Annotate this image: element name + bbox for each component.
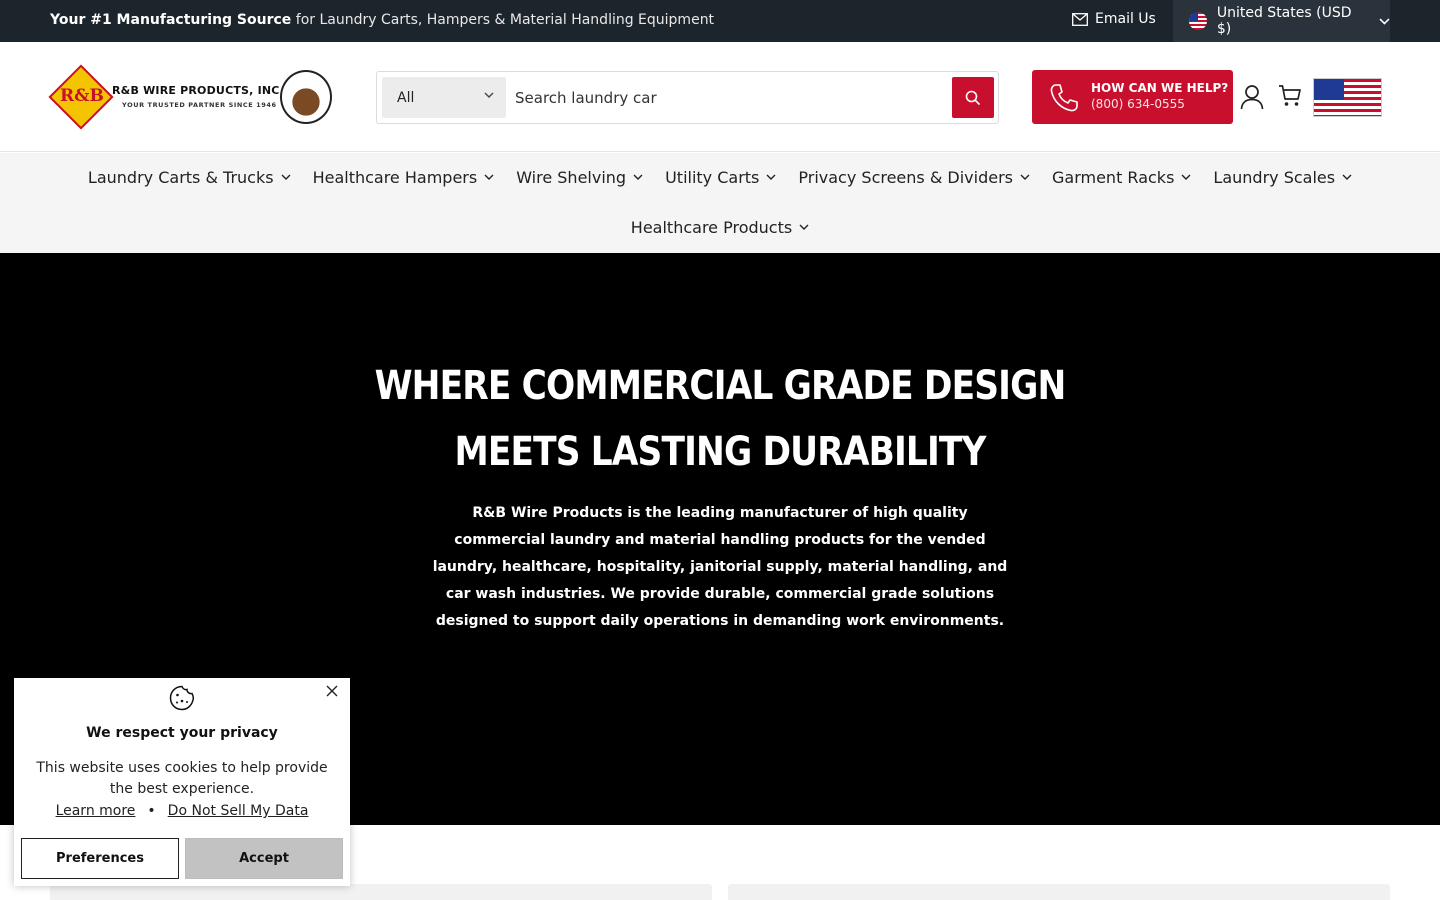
- hero-heading-line2: MEETS LASTING DURABILITY: [454, 429, 986, 475]
- logo-mark: R&B: [60, 86, 104, 106]
- account-icon[interactable]: [1240, 84, 1264, 110]
- country-label: United States (USD $): [1216, 5, 1352, 37]
- nav-item-utility-carts[interactable]: Utility Carts: [654, 165, 787, 189]
- promo-rest: for Laundry Carts, Hampers & Material Ha…: [295, 12, 715, 28]
- nav-item-garment-racks[interactable]: Garment Racks: [1041, 165, 1202, 189]
- nav-item-label: Utility Carts: [665, 167, 760, 187]
- category-card[interactable]: [728, 884, 1390, 900]
- nav-item-healthcare-hampers[interactable]: Healthcare Hampers: [302, 165, 506, 189]
- promo-bold: Your #1 Manufacturing Source: [50, 12, 292, 28]
- link-separator: •: [147, 803, 156, 819]
- chevron-down-icon: [766, 174, 776, 180]
- do-not-sell-link[interactable]: Do Not Sell My Data: [168, 803, 309, 819]
- hero-heading-line1: WHERE COMMERCIAL GRADE DESIGN: [374, 363, 1067, 409]
- cookie-consent-banner: We respect your privacy This website use…: [14, 678, 350, 886]
- nav-item-laundry-scales[interactable]: Laundry Scales: [1202, 165, 1363, 189]
- chevron-down-icon: [1181, 174, 1191, 180]
- hero-heading: WHERE COMMERCIAL GRADE DESIGN MEETS LAST…: [101, 353, 1339, 485]
- help-phone-number: (800) 634-0555: [1091, 97, 1185, 111]
- search-button[interactable]: [952, 77, 994, 118]
- cookie-icon: [169, 685, 195, 711]
- nav-item-healthcare-products[interactable]: Healthcare Products: [620, 215, 820, 239]
- nav-item-label: Garment Racks: [1052, 167, 1175, 187]
- email-us-label: Email Us: [1095, 11, 1156, 27]
- nav-item-label: Wire Shelving: [516, 167, 627, 187]
- country-selector[interactable]: United States (USD $): [1173, 0, 1390, 42]
- announcement-bar: Your #1 Manufacturing Source for Laundry…: [0, 0, 1440, 42]
- chevron-down-icon: [484, 92, 494, 98]
- cart-icon[interactable]: [1278, 84, 1302, 108]
- site-logo[interactable]: R&B R&B WIRE PRODUCTS, INC. YOUR TRUSTED…: [48, 64, 332, 130]
- main-navigation: Laundry Carts & Trucks Healthcare Hamper…: [0, 153, 1440, 253]
- chevron-down-icon: [633, 174, 643, 180]
- logo-name: R&B WIRE PRODUCTS, INC.: [112, 84, 284, 97]
- chevron-down-icon: [1379, 17, 1390, 25]
- nav-item-label: Healthcare Hampers: [312, 167, 478, 187]
- category-card[interactable]: [50, 884, 712, 900]
- chevron-down-icon: [484, 174, 494, 180]
- accept-button[interactable]: Accept: [185, 838, 343, 879]
- nav-row: Healthcare Products: [0, 215, 1440, 239]
- logo-tagline: YOUR TRUSTED PARTNER SINCE 1946: [122, 101, 277, 109]
- nav-item-label: Laundry Scales: [1213, 167, 1336, 187]
- hero-description: R&B Wire Products is the leading manufac…: [432, 505, 1008, 629]
- us-flag-icon: [1313, 78, 1382, 117]
- phone-icon: [1050, 84, 1078, 112]
- nav-item-privacy-screens[interactable]: Privacy Screens & Dividers: [787, 165, 1041, 189]
- nav-item-label: Privacy Screens & Dividers: [798, 167, 1013, 187]
- cookie-links: Learn more • Do Not Sell My Data: [14, 803, 350, 819]
- search-icon: [965, 90, 981, 105]
- mail-icon: [1072, 12, 1088, 26]
- search-bar: All: [376, 71, 999, 124]
- nav-item-laundry-carts[interactable]: Laundry Carts & Trucks: [77, 165, 302, 189]
- cookie-title: We respect your privacy: [86, 725, 278, 741]
- help-phone-button[interactable]: HOW CAN WE HELP? (800) 634-0555: [1032, 70, 1233, 124]
- nav-item-label: Laundry Carts & Trucks: [87, 167, 274, 187]
- us-flag-icon: [1189, 12, 1207, 30]
- email-us-link[interactable]: Email Us: [1072, 11, 1156, 27]
- search-category-value: All: [397, 89, 415, 106]
- cookie-message: This website uses cookies to help provid…: [36, 760, 328, 797]
- chevron-down-icon: [281, 174, 291, 180]
- chevron-down-icon: [1342, 174, 1352, 180]
- search-category-select[interactable]: All: [382, 77, 506, 118]
- preferences-button[interactable]: Preferences: [21, 838, 179, 879]
- chevron-down-icon: [799, 224, 809, 230]
- search-input[interactable]: [507, 77, 947, 118]
- help-title: HOW CAN WE HELP?: [1091, 81, 1229, 95]
- site-header: R&B R&B WIRE PRODUCTS, INC. YOUR TRUSTED…: [0, 42, 1440, 152]
- promo-text: Your #1 Manufacturing Source for Laundry…: [50, 12, 714, 28]
- nav-item-wire-shelving[interactable]: Wire Shelving: [505, 165, 654, 189]
- learn-more-link[interactable]: Learn more: [56, 803, 136, 819]
- nav-item-label: Healthcare Products: [630, 217, 793, 237]
- close-icon[interactable]: [325, 684, 339, 698]
- chevron-down-icon: [1020, 174, 1030, 180]
- nav-row: Laundry Carts & Trucks Healthcare Hamper…: [0, 165, 1440, 189]
- dog-mascot-icon: [280, 70, 332, 124]
